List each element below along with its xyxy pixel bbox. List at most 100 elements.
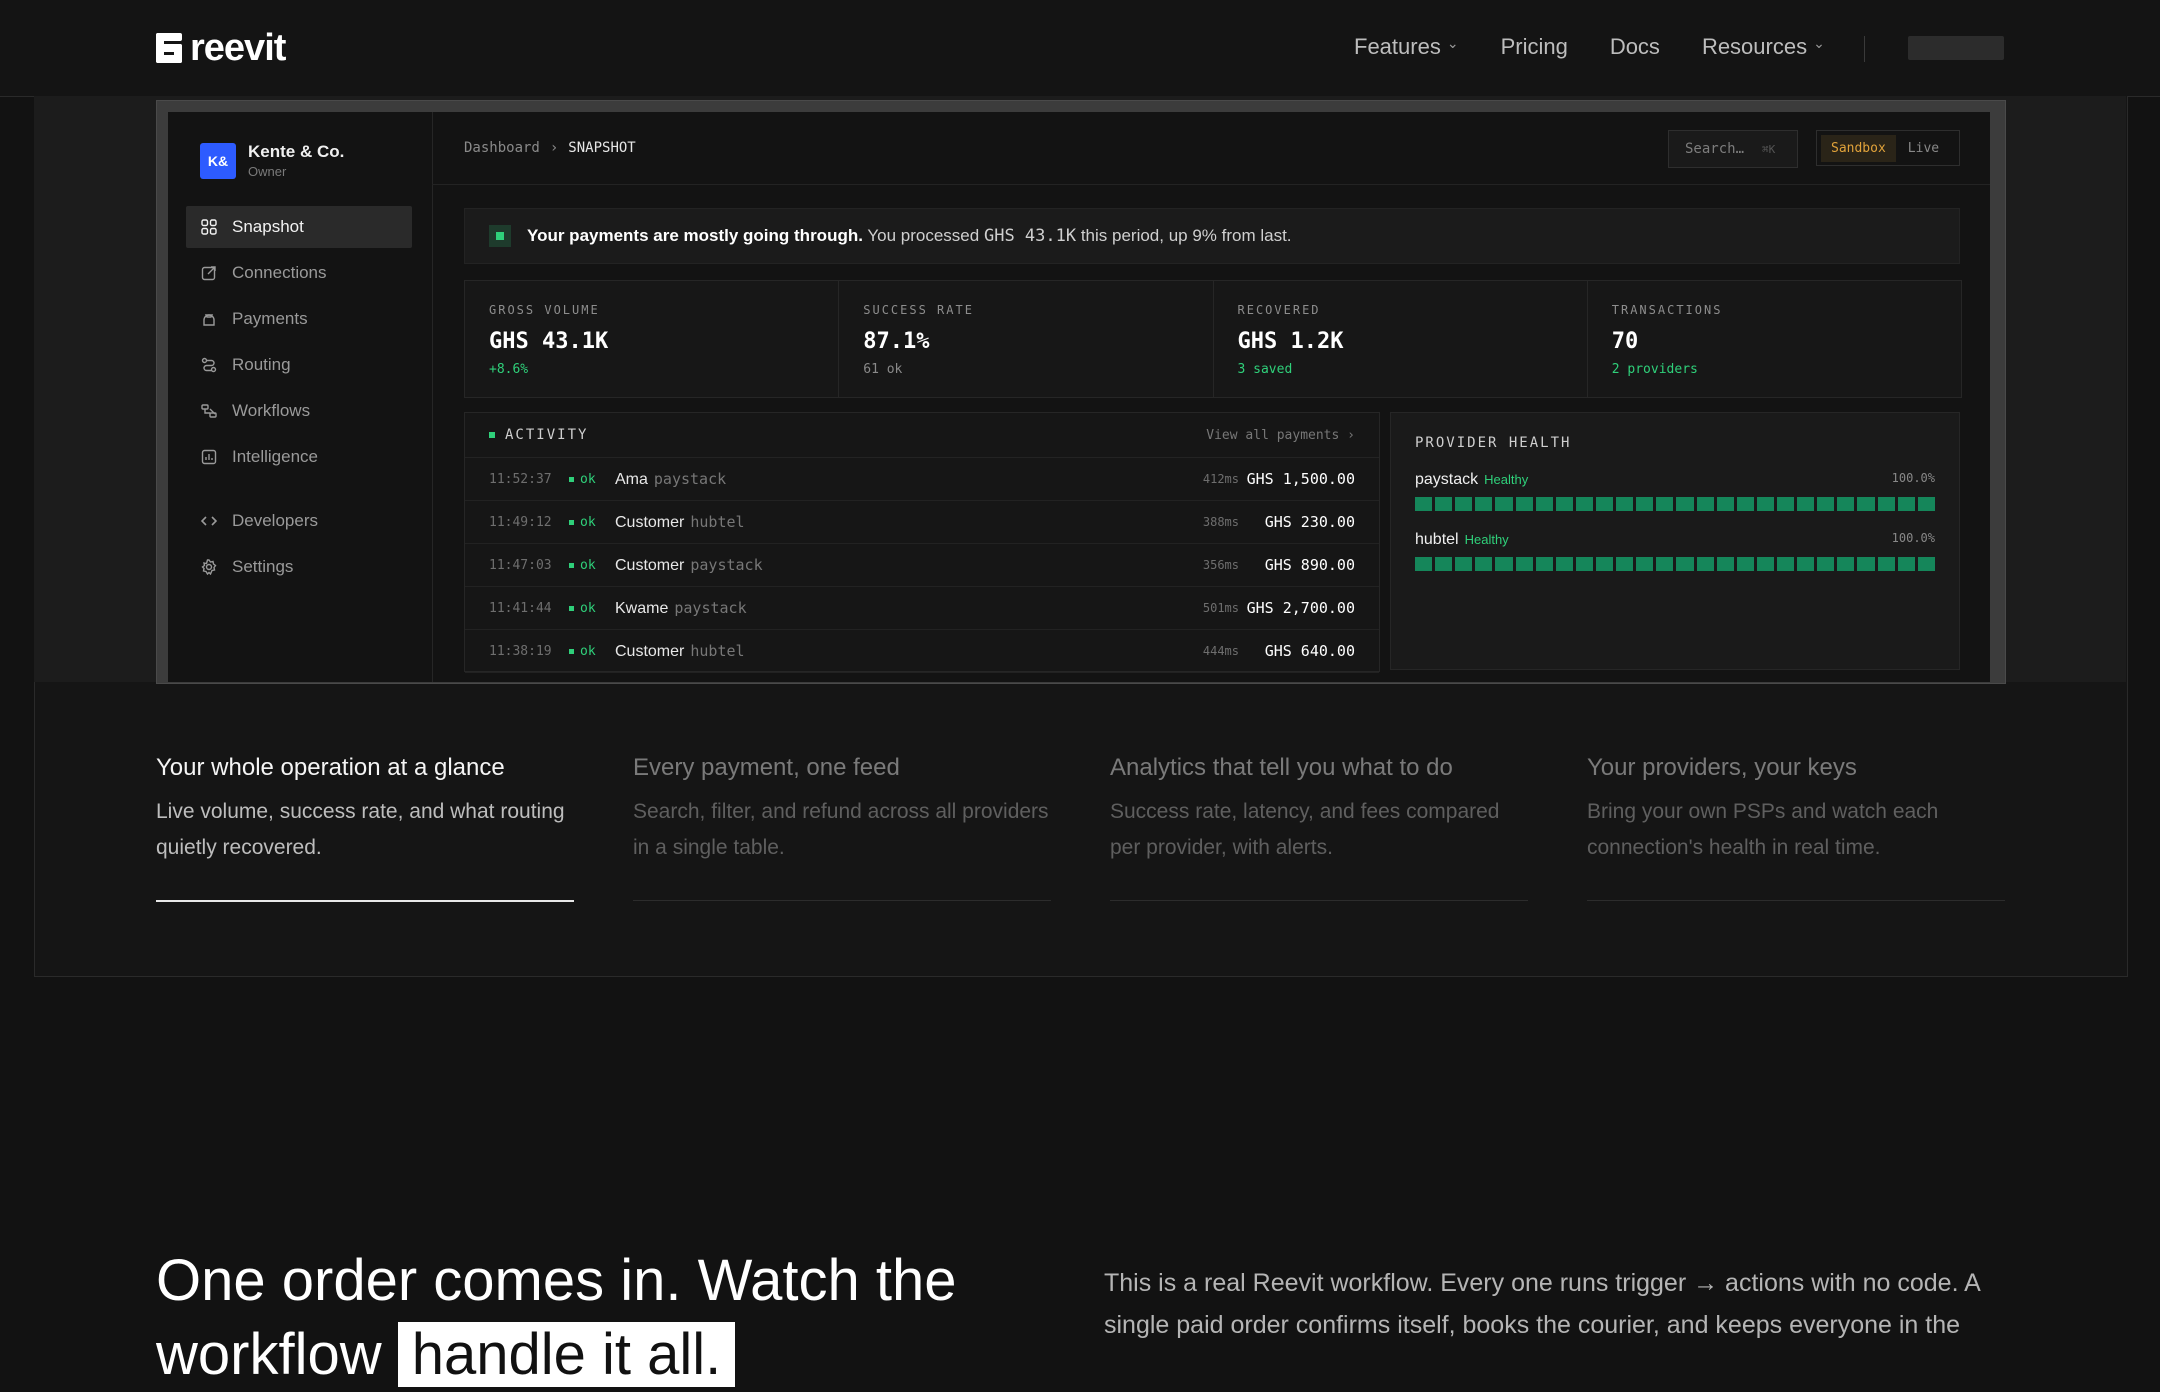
- feature-tab-2[interactable]: Every payment, one feed Search, filter, a…: [633, 752, 1051, 901]
- uptime-segment: [1857, 557, 1875, 571]
- uptime-segment: [1756, 497, 1774, 511]
- uptime-segment: [1415, 557, 1433, 571]
- env-live-option[interactable]: Live: [1900, 135, 1947, 162]
- bag-icon: [200, 310, 218, 328]
- provider-uptime-bars: [1415, 497, 1935, 511]
- row-amount: GHS 1,500.00: [1246, 470, 1355, 488]
- uptime-segment: [1857, 497, 1875, 511]
- stat-card: TRANSACTIONS 70 2 providers: [1588, 281, 1961, 397]
- sidebar-item-label: Routing: [232, 355, 291, 374]
- nav-cta-button[interactable]: [1908, 36, 2004, 60]
- sidebar-item-workflows[interactable]: Workflows: [186, 390, 412, 432]
- row-time: 11:49:12: [489, 514, 552, 530]
- uptime-segment: [1595, 557, 1614, 571]
- provider-header: paystack Healthy 100.0%: [1415, 471, 1935, 489]
- provider-row: paystack Healthy 100.0%: [1415, 471, 1935, 511]
- uptime-segment: [1435, 557, 1453, 571]
- stats-row: GROSS VOLUME GHS 43.1K +8.6% SUCCESS RATE 87…: [464, 280, 1962, 398]
- reevit-logo[interactable]: reevit: [156, 28, 286, 68]
- stat-card: GROSS VOLUME GHS 43.1K +8.6%: [465, 281, 840, 397]
- sidebar-item-connections[interactable]: Connections: [186, 252, 412, 294]
- env-sandbox-option[interactable]: Sandbox: [1821, 134, 1896, 162]
- uptime-segment: [1555, 557, 1573, 571]
- chevron-down-icon: ⌄: [1446, 34, 1459, 51]
- code-icon: [200, 512, 218, 530]
- workflow-icon: [200, 402, 218, 420]
- uptime-segment: [1696, 557, 1714, 571]
- nav-link-label: Resources: [1701, 34, 1808, 59]
- sidebar-item-snapshot[interactable]: Snapshot: [186, 206, 412, 248]
- uptime-segment: [1515, 557, 1533, 571]
- uptime-segment: [1475, 497, 1493, 511]
- uptime-segment: [1555, 497, 1573, 511]
- nav-link-resources[interactable]: Resources ⌄: [1702, 34, 1825, 60]
- table-row[interactable]: 11:49:12 ok Customer hubtel 388ms GHS 230.00: [465, 501, 1379, 544]
- activity-title: ACTIVITY: [489, 427, 588, 443]
- row-status-text: ok: [580, 471, 596, 487]
- workspace-avatar: K&: [200, 142, 236, 179]
- status-dot-icon: [569, 605, 574, 611]
- status-dot-icon: [569, 476, 574, 482]
- provider-header: hubtel Healthy 100.0%: [1415, 531, 1935, 549]
- row-provider: hubtel: [690, 512, 745, 531]
- topbar: Dashboard › SNAPSHOT Search… ⌘K Sandbox …: [432, 112, 1990, 185]
- stat-sub: 61 ok: [863, 362, 903, 377]
- sidebar-item-settings[interactable]: Settings: [186, 546, 412, 588]
- uptime-segment: [1736, 557, 1754, 571]
- link-icon: [200, 264, 218, 282]
- row-status: ok: [569, 601, 615, 616]
- provider-uptime-bars: [1415, 557, 1935, 571]
- reevit-logo-icon: [156, 33, 182, 63]
- workflow-title: One order comes in. Watch the workflow h…: [156, 1244, 1056, 1392]
- provider-health-title: PROVIDER HEALTH: [1415, 435, 1572, 451]
- workspace-switcher[interactable]: K& Kente & Co. Owner: [200, 142, 344, 179]
- row-status-text: ok: [580, 600, 596, 616]
- uptime-segment: [1797, 557, 1815, 571]
- uptime-segment: [1495, 497, 1513, 511]
- feature-description: Search, filter, and refund across all pr…: [633, 800, 1049, 859]
- table-row[interactable]: 11:52:37 ok Ama paystack 412ms GHS 1,500.00: [465, 458, 1379, 501]
- provider-row: hubtel Healthy 100.0%: [1415, 531, 1935, 571]
- uptime-segment: [1676, 557, 1694, 571]
- status-dot-icon: [569, 519, 574, 525]
- table-row[interactable]: 11:47:03 ok Customer paystack 356ms GHS 890.0…: [465, 544, 1379, 587]
- stat-value: GHS 43.1K: [489, 329, 609, 354]
- environment-toggle[interactable]: Sandbox Live: [1816, 130, 1960, 166]
- banner-amount: GHS 43.1K: [983, 226, 1077, 246]
- sidebar-item-intelligence[interactable]: Intelligence: [186, 436, 412, 478]
- uptime-segment: [1415, 497, 1433, 511]
- status-indicator-icon: [489, 225, 511, 247]
- feature-tab-4[interactable]: Your providers, your keys Bring your own …: [1587, 752, 2005, 901]
- table-row[interactable]: 11:38:19 ok Customer hubtel 444ms GHS 640.00: [465, 630, 1379, 673]
- breadcrumb-root[interactable]: Dashboard: [464, 140, 540, 156]
- view-all-payments-link[interactable]: View all payments ›: [1206, 428, 1355, 443]
- provider-health-panel: PROVIDER HEALTH paystack Healthy 100.0% hub…: [1390, 412, 1960, 670]
- feature-description: Bring your own PSPs and watch each conne…: [1587, 800, 1939, 859]
- table-row[interactable]: 11:41:44 ok Kwame paystack 501ms GHS 2,700.00: [465, 587, 1379, 630]
- activity-list: 11:52:37 ok Ama paystack 412ms GHS 1,500.00 11…: [465, 458, 1379, 673]
- sidebar-item-routing[interactable]: Routing: [186, 344, 412, 386]
- row-amount: GHS 2,700.00: [1246, 599, 1355, 617]
- feature-tab-1[interactable]: Your whole operation at a glance Live vol…: [156, 752, 574, 902]
- search-input[interactable]: Search… ⌘K: [1668, 130, 1798, 168]
- nav-link-pricing[interactable]: Pricing: [1501, 34, 1568, 60]
- uptime-segment: [1736, 497, 1754, 511]
- stat-card: RECOVERED GHS 1.2K 3 saved: [1214, 281, 1588, 397]
- feature-description: Live volume, success rate, and what rout…: [156, 800, 565, 859]
- nav-link-features[interactable]: Features ⌄: [1354, 34, 1459, 60]
- breadcrumb-current: SNAPSHOT: [568, 140, 636, 156]
- stat-label: RECOVERED: [1237, 303, 1321, 317]
- breadcrumb-separator: ›: [549, 140, 559, 156]
- row-status-text: ok: [580, 557, 596, 573]
- sidebar-item-developers[interactable]: Developers: [186, 500, 412, 542]
- feature-tab-3[interactable]: Analytics that tell you what to do Succes…: [1110, 752, 1528, 901]
- uptime-segment: [1636, 557, 1654, 571]
- sidebar-item-payments[interactable]: Payments: [186, 298, 412, 340]
- row-customer: Customer hubtel: [615, 513, 1179, 532]
- activity-title-text: ACTIVITY: [505, 427, 589, 443]
- nav-link-docs[interactable]: Docs: [1610, 34, 1660, 60]
- row-provider: paystack: [674, 598, 747, 617]
- stat-value: 70: [1611, 329, 1639, 354]
- uptime-segment: [1636, 497, 1654, 511]
- sidebar-item-label: Workflows: [232, 401, 311, 420]
